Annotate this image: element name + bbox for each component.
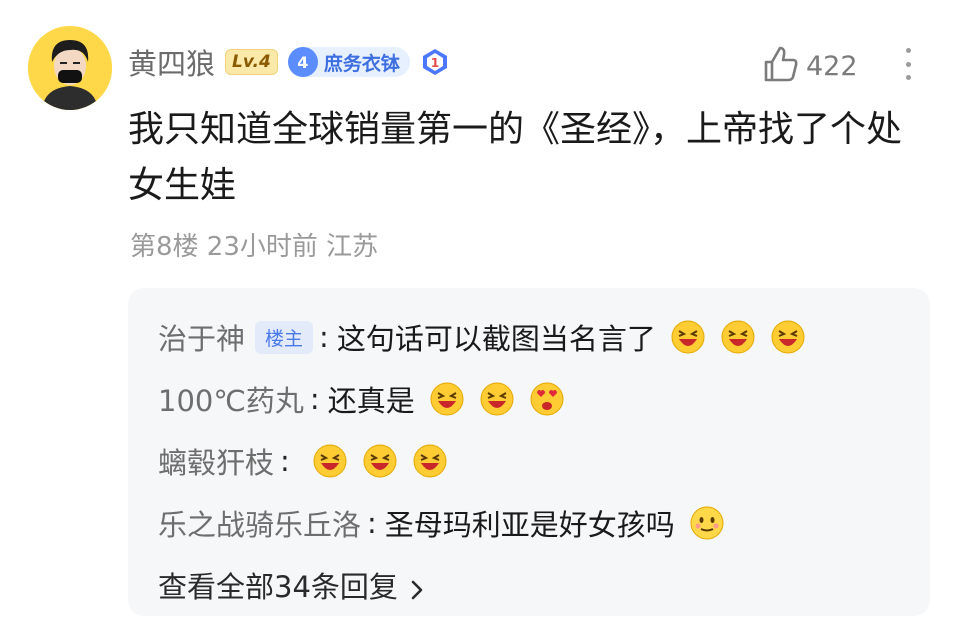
laugh-emoji (312, 443, 348, 479)
user-avatar[interactable] (28, 26, 112, 110)
like-count: 422 (806, 50, 858, 82)
awkward-smile-emoji (689, 505, 725, 541)
laugh-emoji (720, 319, 756, 355)
view-all-label: 查看全部34条回复 (158, 570, 398, 604)
reply-item[interactable]: 乐之战骑乐丘洛 : 圣母玛利亚是好女孩吗 (158, 492, 930, 554)
laugh-emoji (362, 443, 398, 479)
comment-text: 我只知道全球销量第一的《圣经》，上帝找了个处女生娃 (128, 109, 903, 206)
like-button[interactable]: 422 (760, 44, 858, 88)
comment-header: 黄四狼 Lv.4 4 庶务衣钵 1 (128, 40, 450, 84)
laugh-emoji (429, 381, 465, 417)
reply-item[interactable]: 治于神 楼主 : 这句话可以截图当名言了 (158, 306, 930, 368)
owner-tag: 楼主 (255, 320, 314, 354)
reply-author[interactable]: 乐之战骑乐丘洛 (158, 502, 361, 544)
reply-author[interactable]: 治于神 (158, 316, 245, 358)
more-options-icon[interactable] (898, 44, 918, 84)
username[interactable]: 黄四狼 (128, 41, 215, 83)
reply-item[interactable]: 100℃药丸 : 还真是 (158, 368, 930, 430)
rank-medal-icon: 1 (420, 47, 450, 77)
reply-item[interactable]: 螭毂犴枝 : (158, 430, 930, 492)
thumbs-up-icon (760, 44, 800, 88)
comment-meta: 第8楼 23小时前 江苏 (130, 232, 379, 262)
fan-badge-name: 庶务衣钵 (323, 52, 400, 75)
chevron-right-icon (410, 574, 424, 600)
reply-preview-box: 治于神 楼主 : 这句话可以截图当名言了 100℃药丸 : 还真是 螭毂犴枝 :… (128, 288, 930, 616)
fan-badge[interactable]: 4 庶务衣钵 (287, 47, 410, 77)
heart-eyes-emoji (529, 381, 565, 417)
reply-text: 这句话可以截图当名言了 (336, 322, 656, 356)
reply-text: 圣母玛利亚是好女孩吗 (384, 508, 675, 542)
laugh-emoji (412, 443, 448, 479)
level-badge: Lv.4 (225, 49, 278, 75)
fan-level-number: 4 (287, 47, 318, 77)
reply-author[interactable]: 100℃药丸 (158, 378, 304, 420)
reply-author[interactable]: 螭毂犴枝 (158, 440, 274, 482)
laugh-emoji (770, 319, 806, 355)
reply-text: 还真是 (327, 384, 415, 418)
rank-number: 1 (431, 56, 439, 70)
view-all-replies-link[interactable]: 查看全部34条回复 (158, 554, 930, 616)
laugh-emoji (670, 319, 706, 355)
laugh-emoji (479, 381, 515, 417)
